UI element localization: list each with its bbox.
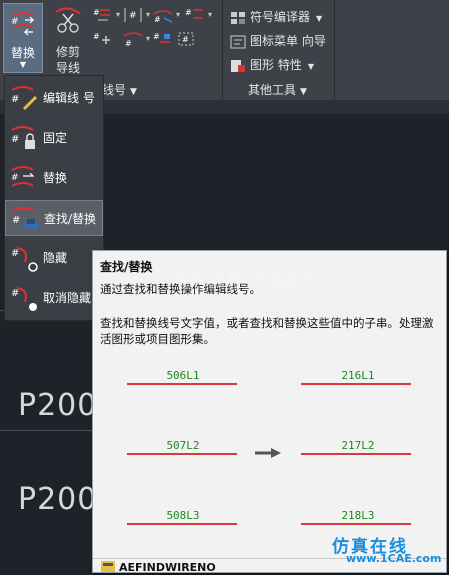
svg-text:#: # <box>185 8 192 17</box>
arrow-right-icon <box>255 447 281 461</box>
menu-item-replace[interactable]: # 替换 <box>5 160 103 196</box>
chevron-down-icon: ▼ <box>316 14 323 23</box>
wire-number-icon-5[interactable]: # <box>92 30 114 48</box>
panel-separator <box>334 0 335 100</box>
wire-number-icon-3[interactable]: # ▾ <box>152 6 180 24</box>
menu-item-fix[interactable]: # 固定 <box>5 120 103 156</box>
lock-icon: # <box>9 124 39 152</box>
wire-number-icon-8[interactable]: # <box>176 30 198 48</box>
chevron-down-icon: ▾ <box>115 10 120 19</box>
replace-wire-icon: # <box>9 164 39 192</box>
edit-wire-number-icon: # <box>9 84 39 112</box>
svg-text:#: # <box>11 173 19 183</box>
hide-icon: # <box>9 244 39 272</box>
chevron-down-icon: ▼ <box>307 62 314 71</box>
tooltip-title: 查找/替换 <box>100 260 153 274</box>
chevron-down-icon: ▼ <box>130 87 137 97</box>
wire-line <box>127 523 237 525</box>
unhide-icon: # <box>9 284 39 312</box>
command-icon <box>101 561 115 572</box>
symbol-compiler-icon <box>231 11 245 24</box>
wire-line <box>301 453 411 455</box>
icon-menu-wizard-button[interactable]: 图标菜单 向导 <box>230 30 326 52</box>
watermark: 1CAE.COM <box>175 270 312 295</box>
chevron-down-icon: ▾ <box>207 10 212 19</box>
tooltip-detail: 查找和替换线号文字值，或者查找和替换这些值中的子串。处理激活图形或项目图形集。 <box>100 316 434 346</box>
find-replace-tooltip: 查找/替换 通过查找和替换操作编辑线号。 查找和替换线号文字值，或者查找和替换这… <box>92 250 447 574</box>
wire-number-from: 506L1 <box>166 369 200 382</box>
menu-item-unhide[interactable]: # 取消隐藏 <box>5 280 103 316</box>
replace-button-label: 替换 <box>10 46 35 60</box>
svg-text:#: # <box>11 94 19 105</box>
svg-text:#: # <box>11 248 19 259</box>
canvas-label: P200 <box>18 388 98 423</box>
svg-text:#: # <box>182 35 189 44</box>
replace-wire-icon: # <box>9 8 39 41</box>
symbol-compiler-button[interactable]: 符号编译器 ▼ <box>230 6 322 28</box>
graphic-properties-button[interactable]: 图形 特性 ▼ <box>230 54 314 76</box>
tooltip-command: AEFINDWIRENO <box>119 561 216 574</box>
svg-text:#: # <box>154 15 161 24</box>
canvas-label: P200 <box>18 482 98 517</box>
wire-number-icon-2[interactable]: # ▾ <box>122 6 150 24</box>
url-watermark: www.1CAE.com <box>346 552 442 565</box>
wire-number-to: 218L3 <box>341 509 375 522</box>
svg-text:#: # <box>93 8 100 17</box>
panel-title-other-tools[interactable]: 其他工具 ▼ <box>248 80 307 100</box>
chevron-down-icon: ▾ <box>145 34 150 43</box>
wire-number-icon-4[interactable]: # ▾ <box>184 6 212 24</box>
trim-wire-button[interactable]: 修剪 导线 <box>50 3 86 75</box>
icon-menu-icon <box>230 35 246 48</box>
svg-text:#: # <box>11 134 19 145</box>
svg-text:#: # <box>129 11 137 21</box>
trim-button-label-line2: 导线 <box>55 61 80 75</box>
svg-text:#: # <box>12 215 20 226</box>
svg-text:#: # <box>153 32 160 41</box>
trim-button-label: 修剪 <box>55 45 80 59</box>
replace-dropdown-menu: # 编辑线 号 # 固定 # 替换 # 查找/替换 # 隐藏 # 取消隐藏 <box>4 75 104 321</box>
wire-line <box>301 523 411 525</box>
wire-number-icon-1[interactable]: # ▾ <box>92 6 120 24</box>
svg-text:#: # <box>125 39 132 48</box>
svg-text:#: # <box>93 32 100 41</box>
wire-number-icon-6[interactable]: # ▾ <box>122 30 150 48</box>
wire-number-icon-7[interactable]: # <box>152 30 174 48</box>
wire-line <box>301 383 411 385</box>
chevron-down-icon: ▼ <box>300 87 307 97</box>
chevron-down-icon: ▾ <box>145 10 150 19</box>
wire-line <box>127 383 237 385</box>
menu-item-find-replace[interactable]: # 查找/替换 <box>5 200 103 236</box>
wire-line <box>127 453 237 455</box>
wire-number-to: 217L2 <box>341 439 375 452</box>
wire-number-to: 216L1 <box>341 369 375 382</box>
graphic-properties-icon <box>231 59 245 72</box>
svg-text:#: # <box>11 288 19 299</box>
canvas-line <box>0 430 100 431</box>
replace-split-button[interactable]: # 替换 ▼ <box>3 3 43 73</box>
scissors-icon <box>53 6 83 39</box>
menu-item-hide[interactable]: # 隐藏 <box>5 240 103 276</box>
menu-item-edit-wire-number[interactable]: # 编辑线 号 <box>5 80 103 116</box>
wire-number-from: 507L2 <box>166 439 200 452</box>
binoculars-icon: # <box>10 205 40 233</box>
chevron-down-icon: ▼ <box>19 60 27 69</box>
panel-separator <box>222 0 223 100</box>
chevron-down-icon: ▾ <box>175 10 180 19</box>
svg-text:#: # <box>11 17 19 27</box>
wire-number-from: 508L3 <box>166 509 200 522</box>
